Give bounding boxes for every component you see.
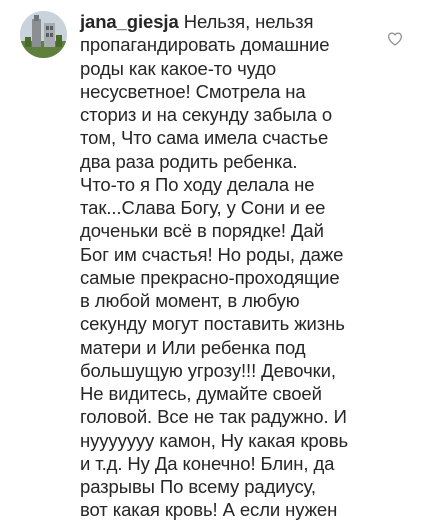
comment-text-line: разрывы По всему радиусу, <box>80 476 316 497</box>
comment-text-line: роды как какое-то чудо <box>80 57 277 79</box>
comment-text-line: Бог им счастья! Но роды, даже <box>80 243 344 265</box>
comment-text-line: Что-то я По ходу делала не <box>80 173 315 195</box>
comment-text-line: вот какая кровь! А если нужен <box>80 499 338 521</box>
comment-text-line: пропагандировать домашние <box>80 34 330 56</box>
heart-icon[interactable] <box>387 32 403 46</box>
avatar[interactable] <box>20 11 67 58</box>
profile-photo-icon <box>20 11 67 58</box>
comment-body: jana_giesja Нельзя, нельзя пропагандиров… <box>80 10 376 522</box>
comment-text-line: нууууууу камон, Ну какая кровь <box>80 429 349 451</box>
comment-text-line: головой. Все не так радужно. И <box>80 406 347 428</box>
comment-text-line: сториз и на секунду забыла о <box>80 104 333 125</box>
comment-text-line: самые прекрасно-проходящие <box>80 266 340 288</box>
comment-first-line: jana_giesja Нельзя, нельзя <box>80 10 376 33</box>
comment-username[interactable]: jana_giesja <box>80 11 179 32</box>
comment-text-line: в любой момент, в любую <box>80 290 300 311</box>
comment-text-line: доченьки всё в порядке! Дай <box>80 220 324 242</box>
comment-text-line: несусветное! Смотрела на <box>80 80 306 102</box>
comment-text-line: матери и Или ребенка под <box>80 336 306 358</box>
comment-text-line: большущую угрозу!!! Девочки, <box>80 359 336 381</box>
comment-text-line: Не видитесь, думайте своей <box>80 383 322 404</box>
comment-item: jana_giesja Нельзя, нельзя пропагандиров… <box>0 0 428 520</box>
comment-text-line: и т.д. Ну Да конечно! Блин, да <box>80 452 335 474</box>
comment-text-line: Нельзя, нельзя <box>183 11 314 32</box>
comment-text-line: так...Слава Богу, у Сони и ее <box>80 197 326 218</box>
comment-text-line: том, Что сама имела счастье <box>80 127 329 149</box>
comment-text-line: два раза родить ребенка. <box>80 150 298 172</box>
comment-text-line: секунду могут поставить жизнь <box>80 313 345 335</box>
